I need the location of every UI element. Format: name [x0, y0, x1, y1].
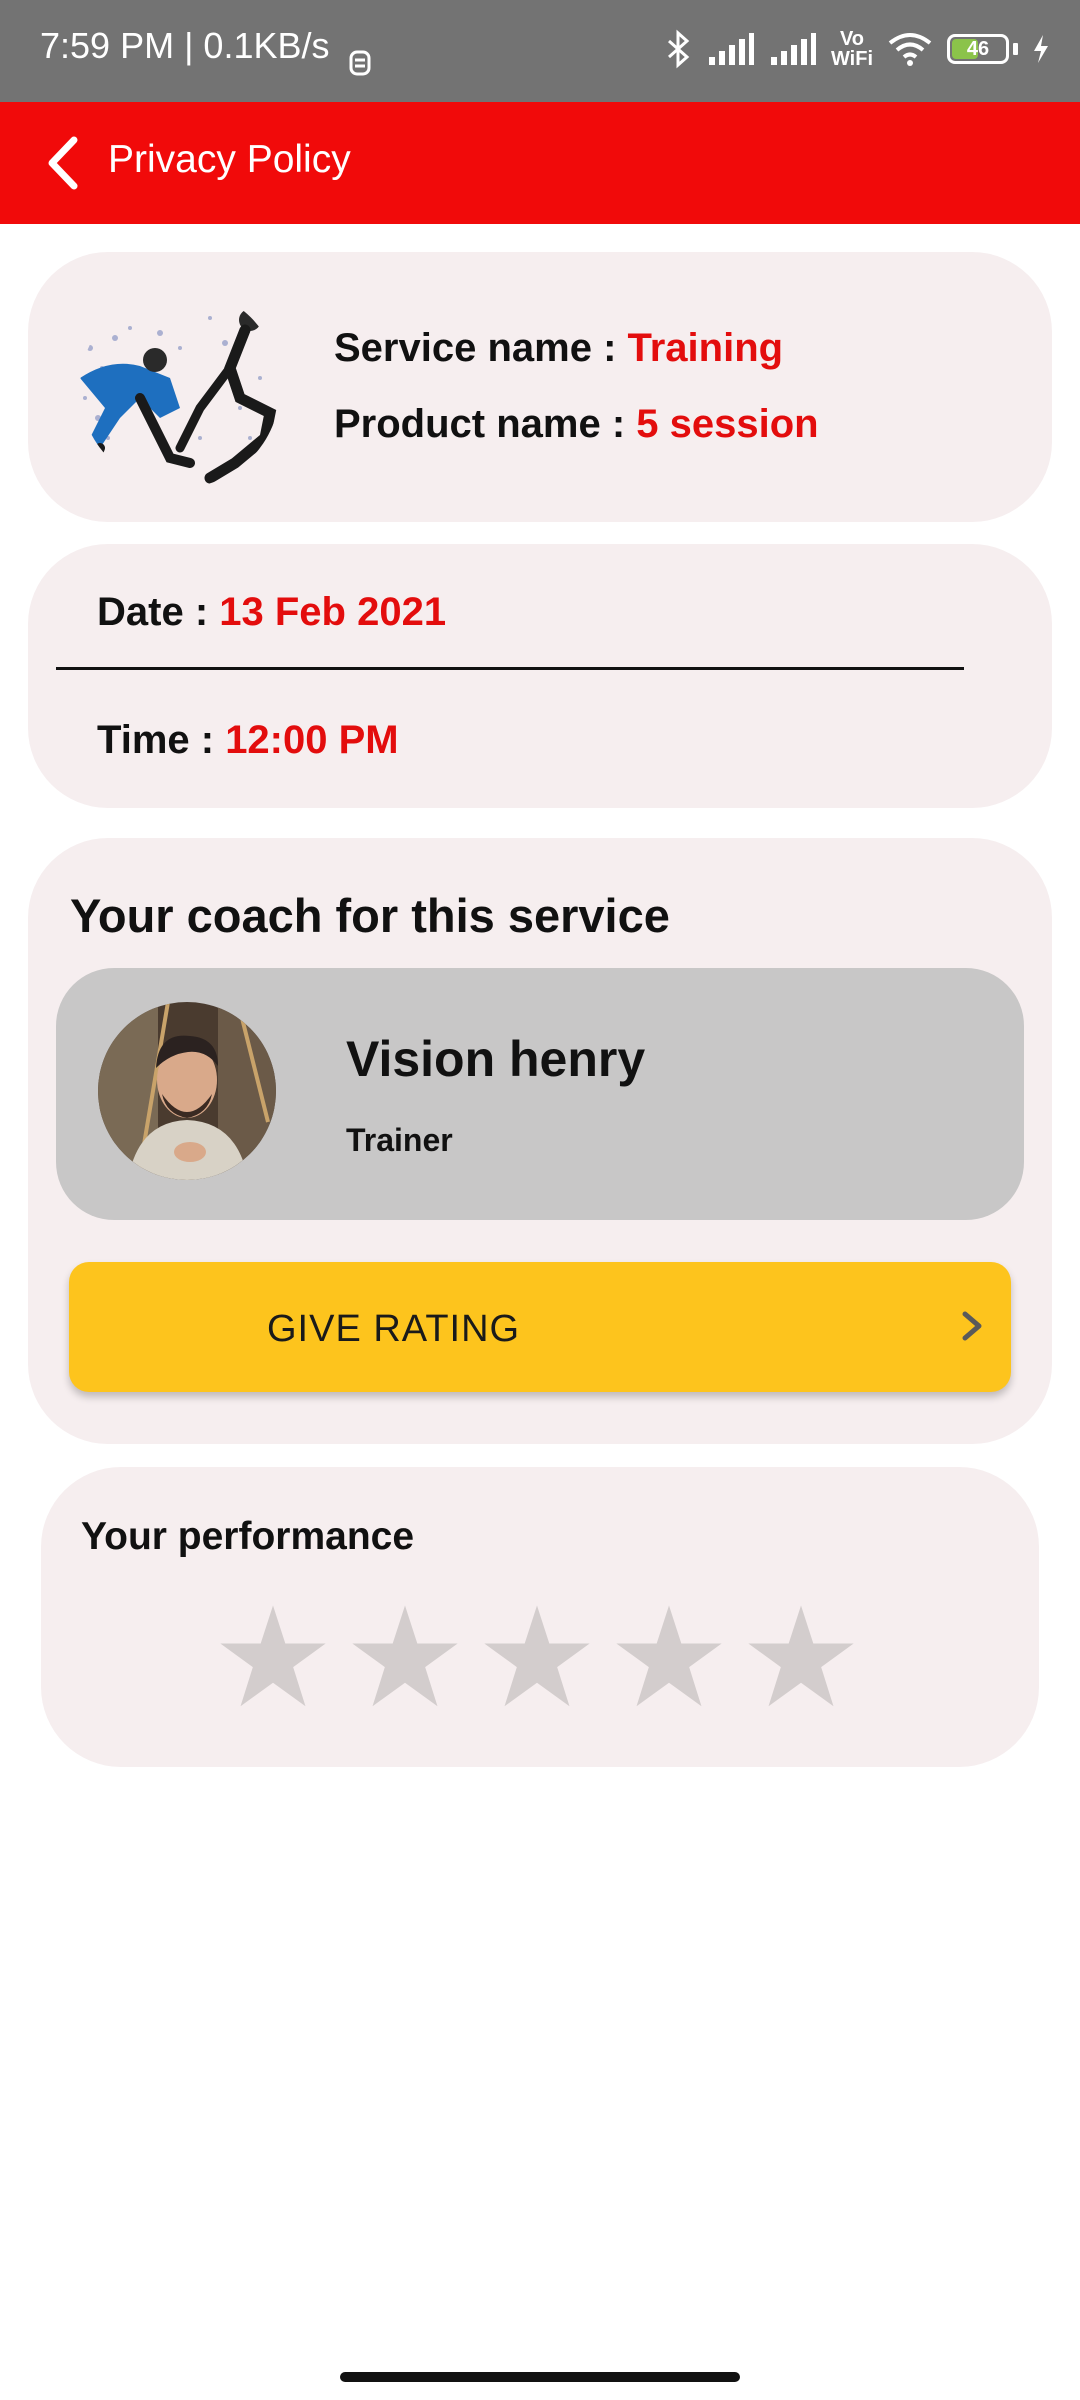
star-icon[interactable]	[745, 1601, 857, 1713]
coach-role: Trainer	[346, 1122, 453, 1158]
date-value: 13 Feb 2021	[219, 590, 447, 634]
vowifi-top: Vo	[839, 28, 865, 50]
avatar	[98, 1002, 276, 1180]
service-image	[80, 288, 280, 488]
battery-level: 46	[966, 37, 990, 60]
time-row: Time : 12:00 PM	[97, 718, 399, 763]
back-arrow-icon[interactable]	[40, 128, 110, 198]
service-name-row: Service name : Training	[334, 326, 783, 371]
star-icon[interactable]	[217, 1601, 329, 1713]
coach-section-title: Your coach for this service	[70, 889, 670, 942]
divider	[56, 667, 964, 670]
status-bar: 7:59 PM | 0.1KB/s Vo WiFi 46	[0, 0, 1080, 102]
service-name-value: Training	[627, 326, 784, 370]
app-bar: Privacy Policy	[0, 102, 1080, 224]
coach-profile[interactable]: Vision henry Trainer	[56, 968, 1024, 1220]
coach-card: Your coach for this service Vision henry…	[28, 838, 1052, 1444]
wifi-icon	[888, 33, 932, 66]
date-label: Date :	[97, 590, 220, 634]
battery-nub	[1013, 43, 1018, 55]
time-value: 12:00 PM	[225, 718, 399, 762]
give-rating-label: GIVE RATING	[267, 1308, 521, 1350]
notification-icon	[349, 50, 371, 76]
service-name-label: Service name :	[334, 326, 628, 370]
time-label: Time :	[97, 718, 226, 762]
charging-icon	[1034, 35, 1048, 63]
status-icons: Vo WiFi 46	[663, 24, 1050, 74]
performance-card: Your performance	[41, 1467, 1039, 1767]
chevron-right-icon	[962, 1311, 982, 1341]
star-rating[interactable]	[217, 1601, 857, 1713]
bluetooth-icon	[667, 29, 690, 69]
signal-icon	[708, 33, 754, 65]
status-time: 7:59 PM | 0.1KB/s	[40, 25, 330, 66]
date-row: Date : 13 Feb 2021	[97, 590, 446, 635]
product-name-label: Product name :	[334, 402, 637, 446]
service-card: Service name : Training Product name : 5…	[28, 252, 1052, 522]
star-icon[interactable]	[481, 1601, 593, 1713]
vowifi-icon: Vo WiFi	[831, 29, 873, 69]
signal-icon-2	[770, 33, 816, 65]
schedule-card: Date : 13 Feb 2021 Time : 12:00 PM	[28, 544, 1052, 808]
coach-name: Vision henry	[346, 1031, 646, 1087]
give-rating-button[interactable]: GIVE RATING	[69, 1262, 1011, 1392]
star-icon[interactable]	[349, 1601, 461, 1713]
battery-icon: 46	[947, 34, 1009, 64]
vowifi-bottom: WiFi	[830, 48, 873, 70]
page-title: Privacy Policy	[108, 138, 351, 181]
star-icon[interactable]	[613, 1601, 725, 1713]
performance-title: Your performance	[81, 1515, 415, 1558]
home-indicator[interactable]	[340, 2372, 740, 2382]
product-name-row: Product name : 5 session	[334, 402, 819, 447]
product-name-value: 5 session	[636, 402, 819, 446]
